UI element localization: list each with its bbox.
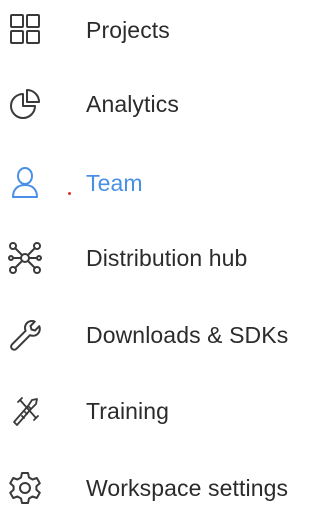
tools-icon xyxy=(8,394,42,428)
sidebar-item-training[interactable]: Training xyxy=(0,381,320,441)
cursor-marker xyxy=(68,192,71,195)
sidebar-item-workspace-settings[interactable]: Workspace settings xyxy=(0,458,320,506)
sidebar-item-label: Workspace settings xyxy=(86,474,289,501)
wrench-icon xyxy=(8,318,42,352)
sidebar-item-team[interactable]: Team xyxy=(0,153,320,213)
sidebar-item-projects[interactable]: Projects xyxy=(0,0,320,60)
network-hub-icon xyxy=(8,241,42,275)
sidebar-item-distribution-hub[interactable]: Distribution hub xyxy=(0,228,320,288)
grid-icon xyxy=(8,13,42,47)
sidebar-item-label: Training xyxy=(86,397,170,424)
sidebar-item-label: Distribution hub xyxy=(86,244,248,271)
pie-chart-icon xyxy=(8,87,42,121)
sidebar-item-label: Projects xyxy=(86,16,170,43)
sidebar-item-downloads-sdks[interactable]: Downloads & SDKs xyxy=(0,305,320,365)
sidebar-item-analytics[interactable]: Analytics xyxy=(0,74,320,134)
sidebar-item-label: Analytics xyxy=(86,90,179,117)
sidebar-item-label: Team xyxy=(86,169,143,196)
gear-icon xyxy=(8,471,42,505)
user-icon xyxy=(8,166,42,200)
sidebar-nav: Projects Analytics Team Distribution hub… xyxy=(0,0,320,506)
sidebar-item-label: Downloads & SDKs xyxy=(86,321,289,348)
